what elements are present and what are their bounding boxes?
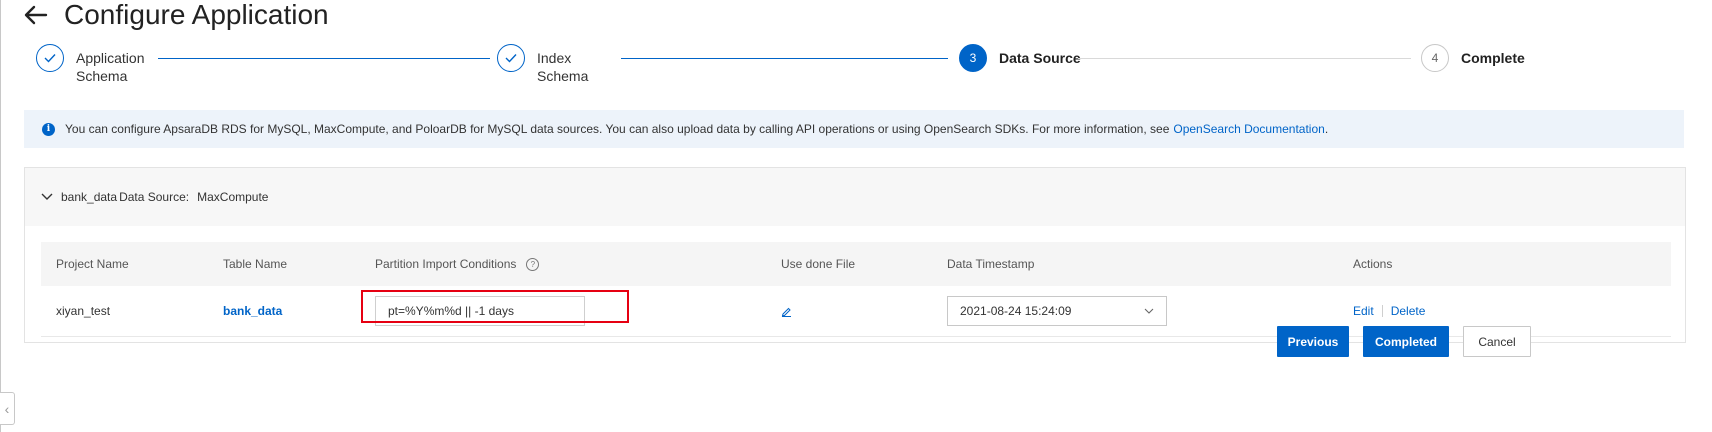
previous-button[interactable]: Previous xyxy=(1277,326,1349,357)
panel-name: bank_data xyxy=(61,190,118,204)
chevron-left-icon: ‹ xyxy=(4,400,10,417)
stepper: Application Schema Index Schema 3 Data S… xyxy=(36,44,1676,94)
step-label: Data Source xyxy=(999,50,1081,66)
table-name-link[interactable]: bank_data xyxy=(223,286,282,336)
highlight-annotation xyxy=(361,290,629,323)
back-arrow-icon[interactable] xyxy=(24,1,52,29)
edit-link[interactable]: Edit xyxy=(1353,304,1374,318)
sidebar-collapse-toggle[interactable]: ‹ xyxy=(0,392,15,425)
step-label-line: Application xyxy=(76,50,145,66)
left-border xyxy=(0,0,1,432)
step-label-line: Schema xyxy=(76,68,128,84)
column-actions: Actions xyxy=(1353,257,1393,271)
step-index-schema: Index Schema xyxy=(497,44,588,85)
table-header: Project Name Table Name Partition Import… xyxy=(41,242,1671,286)
completed-button[interactable]: Completed xyxy=(1363,326,1449,357)
column-table-name: Table Name xyxy=(223,257,288,271)
step-label: Complete xyxy=(1461,50,1525,66)
info-banner: i You can configure ApsaraDB RDS for MyS… xyxy=(24,110,1684,148)
delete-link[interactable]: Delete xyxy=(1391,304,1426,318)
step-label: Index Schema xyxy=(537,44,588,85)
timestamp-cell: 2021-08-24 15:24:09 xyxy=(947,286,1167,336)
panel-header[interactable]: bank_data Data Source: MaxCompute xyxy=(25,168,1685,226)
done-file-edit[interactable] xyxy=(781,286,792,336)
help-icon[interactable]: ? xyxy=(526,257,540,271)
info-suffix: . xyxy=(1324,122,1329,136)
project-name-cell: xiyan_test xyxy=(56,304,111,318)
step-connector xyxy=(158,58,490,59)
page-title: Configure Application xyxy=(64,0,329,30)
step-application-schema: Application Schema xyxy=(36,44,145,85)
timestamp-value: 2021-08-24 15:24:09 xyxy=(960,304,1072,318)
data-source-value: MaxCompute xyxy=(197,190,269,204)
info-text: You can configure ApsaraDB RDS for MySQL… xyxy=(65,122,1170,136)
step-number: 3 xyxy=(959,44,987,72)
cancel-button[interactable]: Cancel xyxy=(1463,326,1531,357)
data-timestamp-select[interactable]: 2021-08-24 15:24:09 xyxy=(947,296,1167,326)
edit-pencil-icon[interactable] xyxy=(781,306,792,317)
table-name-link-text[interactable]: bank_data xyxy=(223,304,282,318)
check-icon xyxy=(36,44,64,72)
step-number: 4 xyxy=(1421,44,1449,72)
opensearch-docs-link[interactable]: OpenSearch Documentation xyxy=(1173,122,1324,136)
step-data-source: 3 Data Source xyxy=(959,44,1081,72)
column-partition: Partition Import Conditions ? xyxy=(375,242,540,286)
column-project-name: Project Name xyxy=(56,257,129,271)
divider xyxy=(1381,305,1383,317)
column-use-done-file: Use done File xyxy=(781,257,856,271)
step-connector xyxy=(621,58,948,59)
step-label: Application Schema xyxy=(76,44,145,85)
step-complete: 4 Complete xyxy=(1421,44,1525,72)
info-icon: i xyxy=(42,122,55,136)
data-source-label: Data Source: xyxy=(119,190,190,204)
column-data-timestamp: Data Timestamp xyxy=(947,257,1035,271)
data-source-panel: bank_data Data Source: MaxCompute Projec… xyxy=(24,167,1686,343)
check-icon xyxy=(497,44,525,72)
step-label-line: Index xyxy=(537,50,572,66)
chevron-down-icon[interactable] xyxy=(41,193,53,201)
step-connector xyxy=(1078,58,1411,59)
column-partition-label: Partition Import Conditions xyxy=(375,257,517,271)
data-source-table: Project Name Table Name Partition Import… xyxy=(41,242,1671,337)
page-header: Configure Application xyxy=(24,0,329,30)
chevron-down-icon xyxy=(1144,308,1154,314)
step-label-line: Schema xyxy=(537,68,589,84)
